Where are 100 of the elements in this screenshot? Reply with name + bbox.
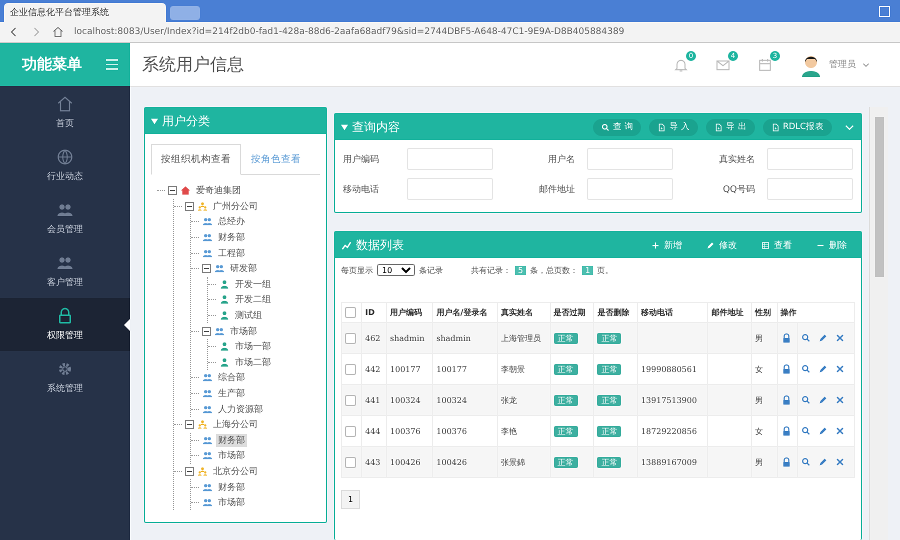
checkbox[interactable]: [345, 307, 356, 318]
table-cell: 张龙: [501, 396, 518, 404]
company-icon: [197, 466, 208, 477]
tree-item[interactable]: 综合部: [216, 371, 247, 384]
tree-item[interactable]: 市场部: [216, 449, 247, 462]
pencil-icon[interactable]: [818, 333, 828, 343]
lock-icon[interactable]: [780, 456, 792, 468]
sidebar-item[interactable]: 系统管理: [0, 351, 130, 404]
delete-icon[interactable]: [834, 426, 845, 436]
tree-item[interactable]: 人力资源部: [216, 402, 265, 416]
pages-label: 条，总页数：: [530, 264, 578, 276]
lock-icon[interactable]: [780, 332, 792, 344]
page-size-select[interactable]: 10: [377, 264, 415, 276]
tree-item[interactable]: 爱奇迪集团: [194, 184, 243, 198]
input-field[interactable]: [767, 148, 853, 170]
tree-item[interactable]: 市场部: [228, 324, 259, 338]
page-button[interactable]: 1: [341, 490, 360, 509]
lock-icon[interactable]: [780, 364, 792, 374]
search-icon[interactable]: [800, 333, 811, 343]
user-name[interactable]: 管理员: [829, 58, 856, 71]
browser-tab[interactable]: 企业信息化平台管理系统: [4, 3, 166, 22]
input-field[interactable]: [407, 178, 493, 200]
lock-icon[interactable]: [780, 426, 792, 436]
dept-icon: [202, 434, 213, 446]
menu-icon[interactable]: [106, 59, 118, 70]
input-field[interactable]: [587, 148, 673, 170]
sidebar-item[interactable]: 会员管理: [0, 192, 130, 245]
table-cell: 男: [755, 396, 764, 404]
globe-icon: [56, 148, 74, 166]
checkbox[interactable]: [345, 364, 356, 374]
tree-item[interactable]: 市场二部: [233, 356, 273, 369]
sidebar-item[interactable]: 权限管理: [0, 298, 130, 351]
sidebar-item[interactable]: 首页: [0, 86, 130, 139]
input-field[interactable]: [767, 178, 853, 200]
tree-item[interactable]: 开发一组: [233, 278, 273, 291]
view-tab[interactable]: 按组织机构查看: [151, 144, 241, 175]
panel-title: 查询内容: [352, 118, 401, 136]
status-tag: 正常: [597, 426, 622, 436]
checkbox[interactable]: [345, 394, 356, 406]
tree-item[interactable]: 财务部: [216, 231, 247, 244]
tree-item[interactable]: 研发部: [228, 262, 259, 276]
calendar-icon[interactable]: [757, 56, 773, 72]
pencil-icon[interactable]: [818, 395, 828, 405]
delete-icon[interactable]: [834, 364, 845, 374]
file-icon: [714, 122, 724, 132]
sidebar-item[interactable]: 客户管理: [0, 245, 130, 298]
field-label: 真实姓名: [718, 154, 755, 166]
checkbox[interactable]: [345, 332, 356, 344]
table-cell: 442: [365, 364, 380, 374]
checkbox[interactable]: [345, 456, 356, 468]
gear-icon: [56, 360, 74, 378]
collapse-toggle[interactable]: [185, 420, 194, 430]
maximize-button[interactable]: [879, 6, 890, 16]
tree-item[interactable]: 生产部: [216, 387, 247, 400]
search-icon: [600, 122, 610, 132]
collapse-toggle[interactable]: [185, 466, 194, 476]
lock-icon[interactable]: [780, 394, 792, 406]
pencil-icon[interactable]: [818, 426, 828, 436]
collapse-toggle[interactable]: [202, 326, 211, 336]
search-icon[interactable]: [800, 395, 811, 405]
table-cell: 100376: [390, 426, 421, 436]
tree-item[interactable]: 测试组: [233, 309, 264, 322]
pencil-icon[interactable]: [818, 457, 828, 467]
caret-icon[interactable]: [862, 60, 870, 68]
search-icon[interactable]: [800, 426, 811, 436]
delete-icon[interactable]: [834, 333, 845, 343]
home-icon[interactable]: [52, 26, 64, 38]
company-icon: [197, 419, 208, 430]
grid-icon: [761, 240, 770, 250]
lock-icon: [56, 307, 74, 325]
field-label: 用户名: [547, 154, 575, 166]
status-tag: 正常: [554, 426, 578, 436]
checkbox[interactable]: [345, 426, 356, 436]
tree-item[interactable]: 财务部: [216, 480, 247, 494]
tree-item[interactable]: 市场一部: [233, 340, 273, 354]
tree-item[interactable]: 总经办: [216, 215, 247, 228]
sidebar-item[interactable]: 行业动态: [0, 139, 130, 192]
collapse-toggle[interactable]: [185, 202, 194, 211]
search-icon[interactable]: [800, 457, 811, 467]
tree-item[interactable]: 财务部: [216, 434, 247, 447]
tree-item[interactable]: 广州分公司: [211, 200, 260, 213]
collapse-toggle[interactable]: [202, 264, 211, 274]
tree-item[interactable]: 开发二组: [233, 293, 273, 306]
input-field[interactable]: [407, 148, 493, 170]
search-icon[interactable]: [800, 364, 811, 374]
tree-item[interactable]: 市场部: [216, 496, 247, 510]
tree-item[interactable]: 工程部: [216, 246, 247, 260]
tree-item[interactable]: 北京分公司: [211, 464, 260, 478]
input-field[interactable]: [587, 178, 673, 200]
delete-icon[interactable]: [834, 457, 845, 467]
delete-icon[interactable]: [834, 395, 845, 405]
page-size-label: 每页显示: [341, 264, 373, 276]
collapse-toggle[interactable]: [168, 186, 177, 196]
field-label: 移动电话: [343, 184, 380, 196]
scrollbar[interactable]: [869, 107, 888, 540]
dept-icon: [202, 232, 213, 244]
table-cell: 男: [755, 458, 764, 466]
tree-item[interactable]: 上海分公司: [211, 418, 260, 432]
pencil-icon[interactable]: [818, 364, 828, 374]
table-cell: 100426: [436, 458, 467, 466]
